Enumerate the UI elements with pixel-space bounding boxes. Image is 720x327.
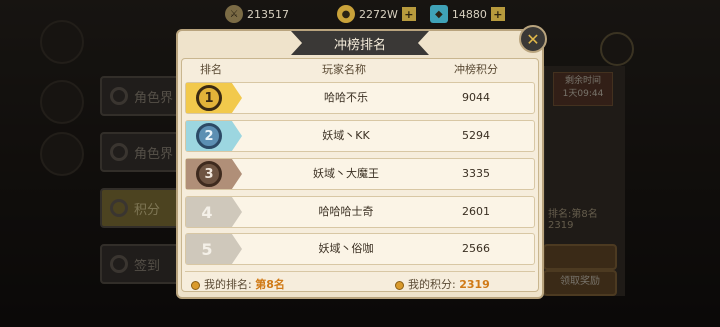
add-gold-button[interactable]: + <box>401 7 416 21</box>
my-score: 我的积分: 2319 <box>395 276 490 292</box>
close-button[interactable]: ✕ <box>519 25 547 53</box>
silver-medal-icon: 2 <box>196 123 222 149</box>
rank-badge: 3 <box>186 159 242 189</box>
close-icon: ✕ <box>526 29 540 49</box>
ranking-row: 2 妖域丶KK 5294 <box>185 120 535 152</box>
player-name: 哈哈哈士奇 <box>318 205 374 218</box>
player-name: 妖域丶KK <box>322 129 370 142</box>
player-score: 9044 <box>462 91 490 104</box>
player-score: 2566 <box>462 242 490 255</box>
player-name: 哈哈不乐 <box>324 91 368 104</box>
dialog-title: 冲榜排名 <box>291 31 429 55</box>
add-gems-button[interactable]: + <box>490 7 505 21</box>
resource-bar: ⚔ 213517 ● 2272W + ◆ 14880 + <box>225 0 505 28</box>
player-score: 2601 <box>462 205 490 218</box>
player-score: 5294 <box>462 129 490 142</box>
rank-number: 4 <box>201 202 213 222</box>
rank-badge: 1 <box>186 83 242 113</box>
ranking-row: 5 妖域丶俗咖 2566 <box>185 233 535 265</box>
player-name: 妖域丶俗咖 <box>318 242 374 255</box>
coin-icon: ● <box>337 5 355 23</box>
player-score: 3335 <box>462 167 490 180</box>
gem-resource: ◆ 14880 + <box>429 5 505 23</box>
ranking-row: 3 妖域丶大魔王 3335 <box>185 158 535 190</box>
rank-badge: 2 <box>186 121 242 151</box>
rank-badge: 5 <box>186 234 242 264</box>
ranking-row: 1 哈哈不乐 9044 <box>185 82 535 114</box>
bronze-medal-icon: 3 <box>196 161 222 187</box>
rank-number: 5 <box>201 239 213 259</box>
header-rank: 排名 <box>200 63 222 76</box>
player-name: 妖域丶大魔王 <box>313 167 379 180</box>
rank-badge: 4 <box>186 197 242 227</box>
sword-icon: ⚔ <box>225 5 243 23</box>
gem-icon: ◆ <box>429 5 448 23</box>
header-score: 冲榜积分 <box>454 63 498 76</box>
header-player-name: 玩家名称 <box>322 63 366 76</box>
ranking-row: 4 哈哈哈士奇 2601 <box>185 196 535 228</box>
gold-resource: ● 2272W + <box>337 5 416 23</box>
dot-icon <box>395 280 404 290</box>
my-rank: 我的排名: 第8名 <box>191 276 285 292</box>
power-resource: ⚔ 213517 <box>225 5 289 23</box>
my-ranking-footer: 我的排名: 第8名 我的积分: 2319 <box>185 271 535 292</box>
dot-icon <box>191 280 200 290</box>
gold-medal-icon: 1 <box>196 85 222 111</box>
